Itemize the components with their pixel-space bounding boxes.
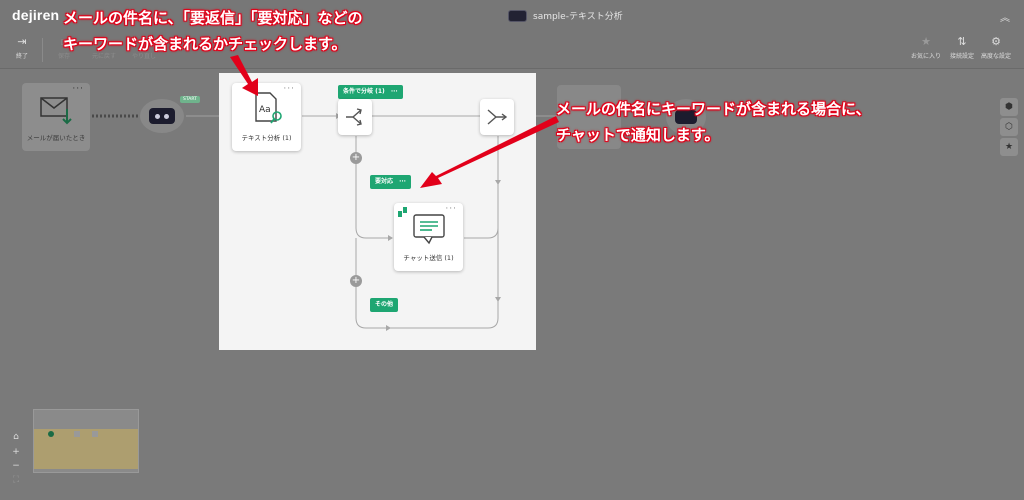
annotation-right-line2: チャットで通知します。: [556, 126, 720, 144]
annotation-right-line1: メールの件名にキーワードが含まれる場合に、: [556, 100, 871, 118]
annotation-top-line1: メールの件名に、「要返信」「要対応」などの: [63, 9, 363, 27]
annotation-arrows: [230, 55, 559, 188]
annotation-top-line2: キーワードが含まれるかチェックします。: [63, 35, 347, 53]
